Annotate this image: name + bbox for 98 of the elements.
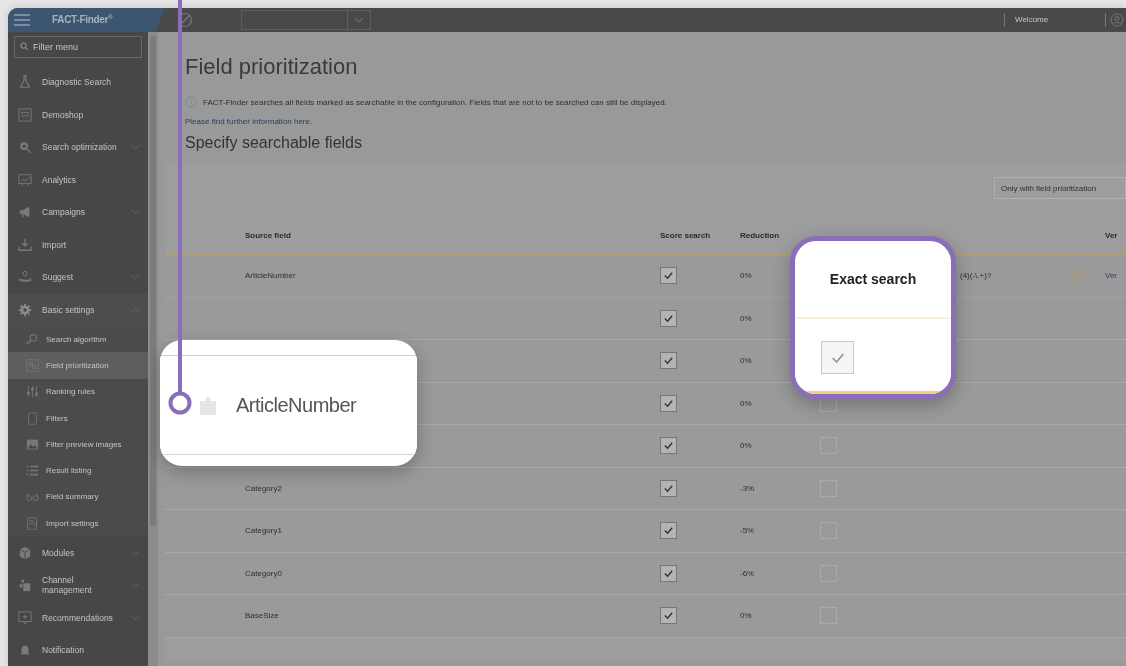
sidebar-item[interactable]: Import bbox=[8, 228, 148, 261]
comment-icon bbox=[18, 610, 32, 625]
column-header: Score search bbox=[660, 231, 712, 240]
table-cell-text: -5% bbox=[740, 526, 756, 536]
image-icon bbox=[26, 437, 39, 451]
check-icon bbox=[663, 270, 674, 282]
sidebar-subitem[interactable]: Field summary bbox=[8, 483, 148, 511]
sidebar-subitem[interactable]: Field prioritization bbox=[8, 352, 148, 379]
flask-icon bbox=[18, 75, 32, 90]
phone-icon bbox=[26, 411, 39, 425]
check-icon bbox=[663, 440, 674, 452]
magnifier-icon bbox=[26, 332, 39, 346]
table-cell-text: (4)(-\.+)? bbox=[960, 271, 993, 281]
filter-select[interactable]: Only with field prioritization bbox=[994, 177, 1126, 199]
edit-icon bbox=[26, 516, 39, 530]
chevron-down-icon bbox=[131, 549, 140, 556]
logo-text: FACT-Finder$^{®}$ bbox=[52, 14, 113, 26]
checkbox[interactable] bbox=[821, 341, 854, 374]
checkbox[interactable] bbox=[660, 564, 677, 582]
sidebar-item[interactable]: Diagnostic Search bbox=[8, 66, 148, 99]
sidebar-item[interactable]: Analytics bbox=[8, 163, 148, 196]
checkbox[interactable] bbox=[660, 309, 677, 327]
check-icon bbox=[663, 567, 674, 579]
checkbox[interactable] bbox=[660, 522, 677, 540]
chart-icon bbox=[18, 172, 32, 187]
checkbox[interactable] bbox=[660, 267, 677, 285]
column-header: Ver bbox=[1105, 231, 1119, 240]
sidebar-subitem[interactable]: Filters bbox=[8, 404, 148, 432]
sidebar-item[interactable]: Suggest bbox=[8, 261, 148, 294]
chevron-down-icon bbox=[131, 144, 140, 151]
sidebar-subitem[interactable]: Result listing bbox=[8, 457, 148, 484]
column-header: Source field bbox=[245, 231, 292, 240]
table-cell-text: Category1 bbox=[245, 526, 283, 536]
table-cell-text: 0% bbox=[740, 356, 753, 366]
gear-magnifier-icon bbox=[18, 140, 32, 155]
section-heading: Specify searchable fields bbox=[185, 134, 363, 152]
table-cell-text: 0% bbox=[740, 271, 753, 281]
sliders-icon bbox=[26, 385, 39, 399]
checkbox[interactable] bbox=[660, 479, 677, 497]
table-cell-text: Category2 bbox=[245, 483, 283, 493]
filter-menu-field[interactable]: Filter menu bbox=[14, 36, 142, 58]
blocks-icon bbox=[18, 578, 32, 593]
checkbox[interactable] bbox=[660, 352, 677, 370]
table-cell-text: 0% bbox=[740, 611, 753, 621]
column-header: Exact search bbox=[829, 271, 917, 287]
table-cell-text: 0% bbox=[740, 313, 753, 323]
scrollbar-thumb[interactable] bbox=[150, 36, 156, 526]
info-text: FACT-Finder searches all fields marked as searchable in the configuration. Fields that are not to be searched can still be displayed. bbox=[203, 97, 667, 107]
table-cell: ArticleNumber bbox=[236, 393, 357, 417]
chevron-down-icon bbox=[131, 582, 140, 589]
table-cell-text: -3% bbox=[740, 483, 756, 493]
user-icon[interactable] bbox=[1105, 13, 1124, 27]
download-icon bbox=[18, 237, 32, 252]
gear-icon bbox=[18, 302, 32, 317]
search-icon bbox=[20, 42, 29, 51]
chevron-down-icon bbox=[131, 274, 140, 281]
page-title: Field prioritization bbox=[185, 54, 359, 80]
chevron-down-icon bbox=[131, 209, 140, 216]
checkbox[interactable] bbox=[660, 437, 677, 455]
check-icon bbox=[663, 312, 674, 324]
check-icon bbox=[663, 482, 674, 494]
table-cell-text: 0% bbox=[740, 398, 753, 408]
cube-icon bbox=[18, 545, 32, 560]
chevron-down-icon bbox=[131, 614, 140, 621]
list-icon bbox=[26, 464, 39, 478]
table-link[interactable]: Ver bbox=[1105, 271, 1126, 281]
cart-icon bbox=[18, 107, 32, 122]
check-icon bbox=[663, 397, 674, 409]
check-icon bbox=[663, 525, 674, 537]
column-header: Reduction bbox=[740, 231, 781, 240]
sidebar-subitem[interactable]: Search algorithm bbox=[8, 326, 148, 353]
checkbox[interactable] bbox=[660, 607, 677, 625]
sidebar-item[interactable]: Notification bbox=[8, 633, 148, 666]
table-cell-text: -6% bbox=[740, 568, 756, 578]
checkbox[interactable] bbox=[660, 394, 677, 412]
info-icon bbox=[185, 96, 197, 108]
check-icon bbox=[663, 355, 674, 367]
welcome-text: Welcome bbox=[1004, 13, 1105, 27]
info-link[interactable]: Please find further information here. bbox=[185, 117, 1126, 126]
megaphone-icon bbox=[18, 205, 32, 220]
sidebar-subitem[interactable]: Import settings bbox=[8, 510, 148, 537]
menu-icon[interactable] bbox=[14, 14, 30, 26]
sidebar-item[interactable]: Basic settings bbox=[8, 293, 148, 326]
table-cell-text: Category0 bbox=[245, 568, 283, 578]
sidebar-item[interactable]: Recommendations bbox=[8, 601, 148, 634]
sidebar-item[interactable]: Modules bbox=[8, 536, 148, 569]
sidebar-subitem[interactable]: Ranking rules bbox=[8, 378, 148, 405]
table-cell-text: BaseSize bbox=[245, 611, 280, 621]
sidebar-item[interactable]: Channel management bbox=[8, 568, 148, 602]
sidebar-item[interactable]: Demoshop bbox=[8, 98, 148, 131]
table-cell-text: ArticleNumber bbox=[245, 271, 297, 281]
chevron-down-icon bbox=[354, 17, 364, 23]
sidebar-item[interactable]: Campaigns bbox=[8, 196, 148, 229]
sidebar-subitem[interactable]: Filter preview images bbox=[8, 431, 148, 458]
sidebar-item[interactable]: Search optimization bbox=[8, 131, 148, 164]
check-icon bbox=[663, 610, 674, 622]
glasses-icon bbox=[26, 490, 39, 504]
table-cell-text: 0% bbox=[740, 441, 753, 451]
